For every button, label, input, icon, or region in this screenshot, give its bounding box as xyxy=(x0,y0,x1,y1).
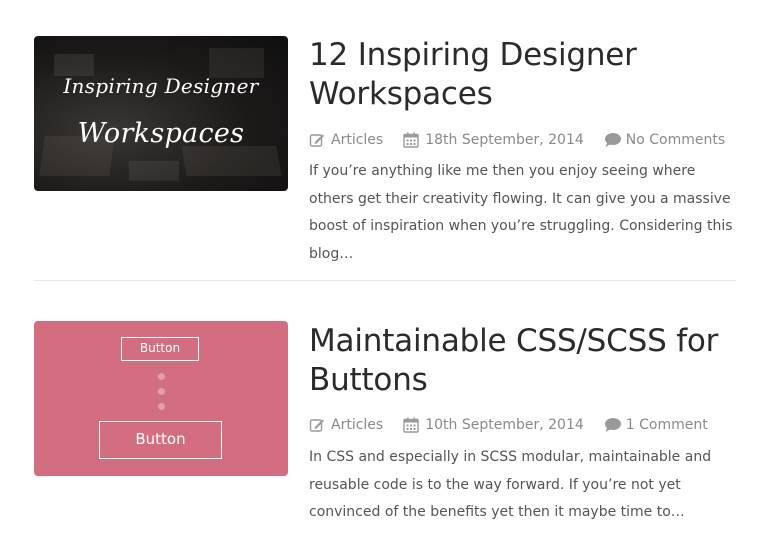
thumbnail-dot xyxy=(158,403,165,410)
post-comments: No Comments xyxy=(604,132,725,148)
date-link[interactable]: 18th September, 2014 xyxy=(425,132,584,148)
category-link[interactable]: Articles xyxy=(331,132,383,148)
thumbnail-dot xyxy=(158,388,165,395)
post-title-line: Buttons xyxy=(309,362,428,398)
post-category: Articles xyxy=(309,417,383,433)
post-date: 10th September, 2014 xyxy=(403,417,584,433)
post-title-link[interactable]: Maintainable CSS/SCSS for Buttons xyxy=(309,322,749,400)
post-thumbnail[interactable]: Inspiring Designer Workspaces xyxy=(34,36,288,191)
post-title-line: Maintainable CSS/SCSS for xyxy=(309,323,719,359)
thumbnail-background-shape xyxy=(129,161,179,181)
blog-post-list: Inspiring Designer Workspaces 12 Inspiri… xyxy=(0,0,780,540)
post-category: Articles xyxy=(309,132,383,148)
thumbnail-background-shape xyxy=(181,146,282,176)
post-item: Inspiring Designer Workspaces 12 Inspiri… xyxy=(0,0,780,281)
post-meta: Articles xyxy=(309,130,725,150)
post-title-line: Workspaces xyxy=(309,76,493,112)
category-link[interactable]: Articles xyxy=(331,417,383,433)
thumbnail-large-button: Button xyxy=(99,421,222,459)
comment-icon xyxy=(604,132,621,148)
date-link[interactable]: 10th September, 2014 xyxy=(425,417,584,433)
comment-icon xyxy=(604,417,621,433)
post-meta: Articles xyxy=(309,415,708,435)
thumbnail-small-button: Button xyxy=(121,337,199,361)
post-excerpt: In CSS and especially in SCSS modular, m… xyxy=(309,449,712,520)
post-item: Button Button Maintainable CSS/SCSS for … xyxy=(0,281,780,540)
post-date: 18th September, 2014 xyxy=(403,132,584,148)
thumbnail-text: Workspaces xyxy=(77,118,245,149)
edit-icon xyxy=(309,417,325,433)
post-excerpt: If you’re anything like me then you enjo… xyxy=(309,163,733,262)
thumbnail-background-shape xyxy=(54,54,94,76)
comments-link[interactable]: 1 Comment xyxy=(626,417,708,433)
thumbnail-text: Inspiring Designer xyxy=(63,74,259,98)
post-thumbnail[interactable]: Button Button xyxy=(34,321,288,476)
post-title-line: 12 Inspiring Designer xyxy=(309,37,637,73)
post-comments: 1 Comment xyxy=(604,417,708,433)
comments-link[interactable]: No Comments xyxy=(626,132,725,148)
calendar-icon xyxy=(403,417,419,433)
thumbnail-dot xyxy=(158,373,165,380)
calendar-icon xyxy=(403,132,419,148)
edit-icon xyxy=(309,132,325,148)
post-title-link[interactable]: 12 Inspiring Designer Workspaces xyxy=(309,36,749,114)
